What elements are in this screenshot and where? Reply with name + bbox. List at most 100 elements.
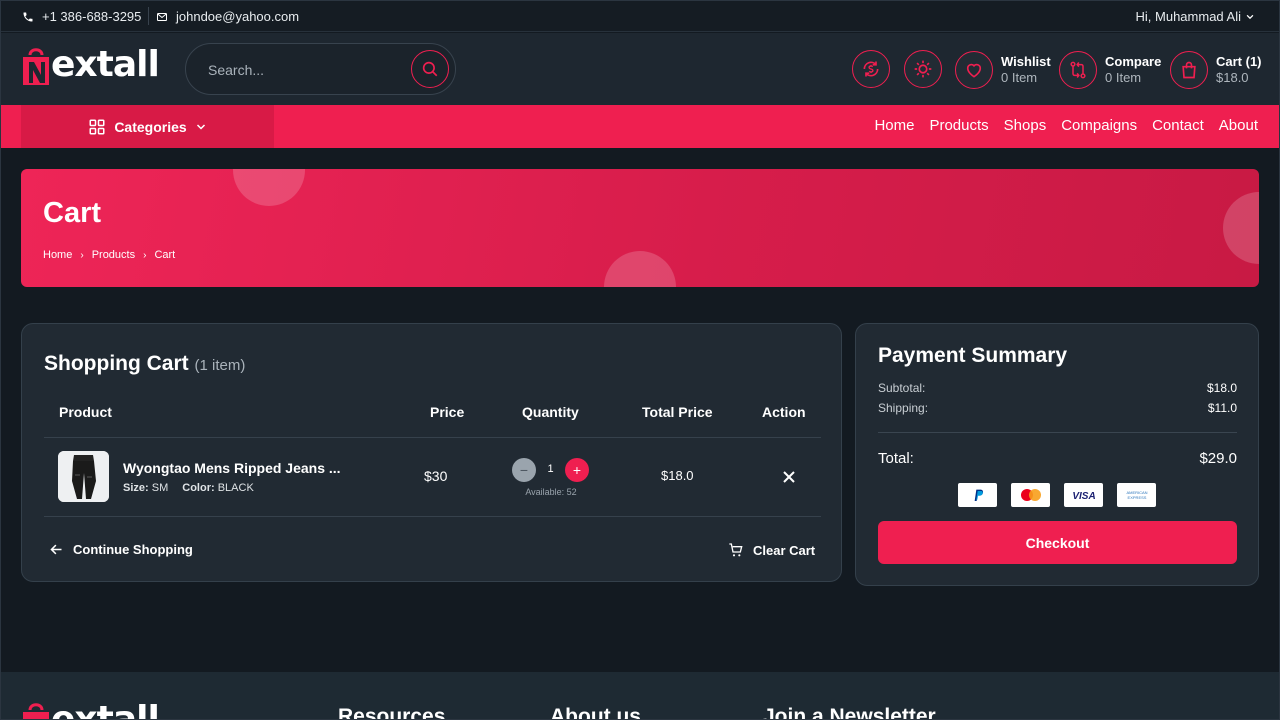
compare-link[interactable]: Compare 0 Item (1059, 51, 1161, 89)
col-price: Price (430, 404, 465, 420)
decor-circle (233, 169, 305, 206)
phone-link[interactable]: +1 386-688-3295 (22, 9, 141, 24)
logo[interactable]: extall (21, 44, 160, 85)
email-address: johndoe@yahoo.com (176, 9, 300, 24)
summary-divider (878, 432, 1237, 433)
compare-icon (1070, 61, 1086, 79)
subtotal-value: $18.0 (1206, 381, 1237, 395)
cart-title: Shopping Cart (1 item) (44, 352, 245, 376)
product-image[interactable] (58, 451, 109, 502)
nav-campaigns[interactable]: Compaigns (1061, 117, 1137, 134)
header: extall Wishlist 0 Item Compare 0 Item (0, 33, 1280, 105)
total-row: Total: $29.0 (878, 450, 1237, 467)
decor-circle (1223, 192, 1259, 264)
breadcrumb-home[interactable]: Home (43, 249, 72, 261)
compare-icon-wrap (1059, 51, 1097, 89)
search-icon (422, 61, 438, 77)
col-product: Product (59, 404, 112, 420)
footer-logo-text: extall (51, 699, 160, 720)
nav-shops[interactable]: Shops (1004, 117, 1047, 134)
total-label: Total: (878, 450, 914, 467)
size-label: Size: (123, 482, 149, 494)
shopping-cart-card: Shopping Cart (1 item) Product Price Qua… (21, 323, 842, 582)
cart-item-count: (1 item) (194, 357, 246, 374)
page-banner: Cart Home › Products › Cart (21, 169, 1259, 287)
cart-link[interactable]: Cart (1) $18.0 (1170, 51, 1262, 89)
paypal-icon (958, 483, 997, 507)
nav-about[interactable]: About (1219, 117, 1258, 134)
payment-title: Payment Summary (878, 344, 1068, 367)
greeting-text: Hi, Muhammad Ali (1135, 9, 1241, 24)
cart-label: Cart (1) (1216, 54, 1262, 69)
footer-heading-about: About us (550, 705, 641, 720)
product-name[interactable]: Wyongtao Mens Ripped Jeans ... (123, 460, 341, 476)
total-value: $29.0 (1199, 450, 1237, 467)
visa-icon: VISA (1064, 483, 1103, 507)
page-title: Cart (43, 197, 102, 229)
nav-home[interactable]: Home (874, 117, 914, 134)
shipping-label: Shipping: (878, 401, 929, 415)
breadcrumb-products[interactable]: Products (92, 249, 135, 261)
compare-label: Compare (1105, 54, 1162, 69)
compare-count: 0 Item (1105, 70, 1142, 85)
continue-shopping-button[interactable]: Continue Shopping (49, 542, 193, 557)
quantity-stepper: − 1 + (512, 458, 592, 482)
chevron-right-icon: › (143, 249, 147, 261)
decrease-button[interactable]: − (512, 458, 536, 482)
increase-button[interactable]: + (565, 458, 589, 482)
footer-logo[interactable]: extall (21, 699, 160, 720)
wishlist-label: Wishlist (1001, 54, 1051, 69)
checkout-button[interactable]: Checkout (878, 521, 1237, 564)
product-size: Size: SM (123, 482, 168, 494)
heart-icon (966, 63, 982, 78)
breadcrumb: Home › Products › Cart (43, 249, 175, 261)
size-value: SM (151, 482, 169, 494)
account-menu[interactable]: Hi, Muhammad Ali (1136, 9, 1255, 24)
shipping-row: Shipping: $11.0 (878, 401, 1237, 415)
chevron-down-icon (196, 123, 205, 130)
color-value: BLACK (217, 482, 254, 494)
subtotal-label: Subtotal: (878, 381, 926, 395)
arrow-left-icon (50, 544, 62, 555)
footer: extall Resources About us Join a Newslet… (0, 672, 1280, 720)
chevron-right-icon: › (80, 249, 84, 261)
svg-text:VISA: VISA (1072, 491, 1095, 501)
footer-heading-resources: Resources (338, 705, 446, 720)
search-bar (185, 43, 456, 95)
item-total-price: $18.0 (661, 468, 694, 483)
logo-bag-icon (23, 703, 49, 720)
nav-products[interactable]: Products (929, 117, 988, 134)
categories-button[interactable]: Categories (21, 105, 274, 148)
cart-icon-wrap (1170, 51, 1208, 89)
search-button[interactable] (411, 50, 449, 88)
email-link[interactable]: johndoe@yahoo.com (156, 9, 299, 24)
close-icon (783, 471, 795, 483)
wishlist-icon-wrap (955, 51, 993, 89)
currency-exchange-icon (863, 61, 879, 77)
col-action: Action (762, 404, 806, 420)
payment-methods: VISA AMERICAN EXPRESS (958, 483, 1156, 507)
mail-icon (157, 12, 167, 21)
categories-label: Categories (114, 118, 187, 135)
nav-contact[interactable]: Contact (1152, 117, 1204, 134)
item-price: $30 (424, 468, 448, 484)
svg-text:EXPRESS: EXPRESS (1127, 495, 1146, 500)
col-total-price: Total Price (642, 404, 713, 420)
clear-cart-button[interactable]: Clear Cart (728, 542, 815, 558)
theme-toggle-button[interactable] (904, 50, 942, 88)
logo-text: extall (51, 44, 160, 85)
search-input[interactable] (208, 59, 398, 81)
quantity-value[interactable]: 1 (536, 463, 565, 475)
continue-shopping-label: Continue Shopping (73, 542, 193, 557)
divider (148, 7, 149, 25)
currency-button[interactable] (852, 50, 890, 88)
clear-cart-label: Clear Cart (753, 542, 816, 558)
remove-item-button[interactable] (779, 467, 799, 487)
decor-circle (604, 251, 676, 287)
top-bar: +1 386-688-3295 johndoe@yahoo.com Hi, Mu… (0, 0, 1280, 32)
footer-heading-newsletter: Join a Newsletter (763, 705, 936, 720)
breadcrumb-current: Cart (154, 249, 176, 261)
mastercard-icon (1011, 483, 1050, 507)
wishlist-link[interactable]: Wishlist 0 Item (955, 51, 1051, 89)
product-variants: Size: SM Color: BLACK (123, 482, 254, 494)
